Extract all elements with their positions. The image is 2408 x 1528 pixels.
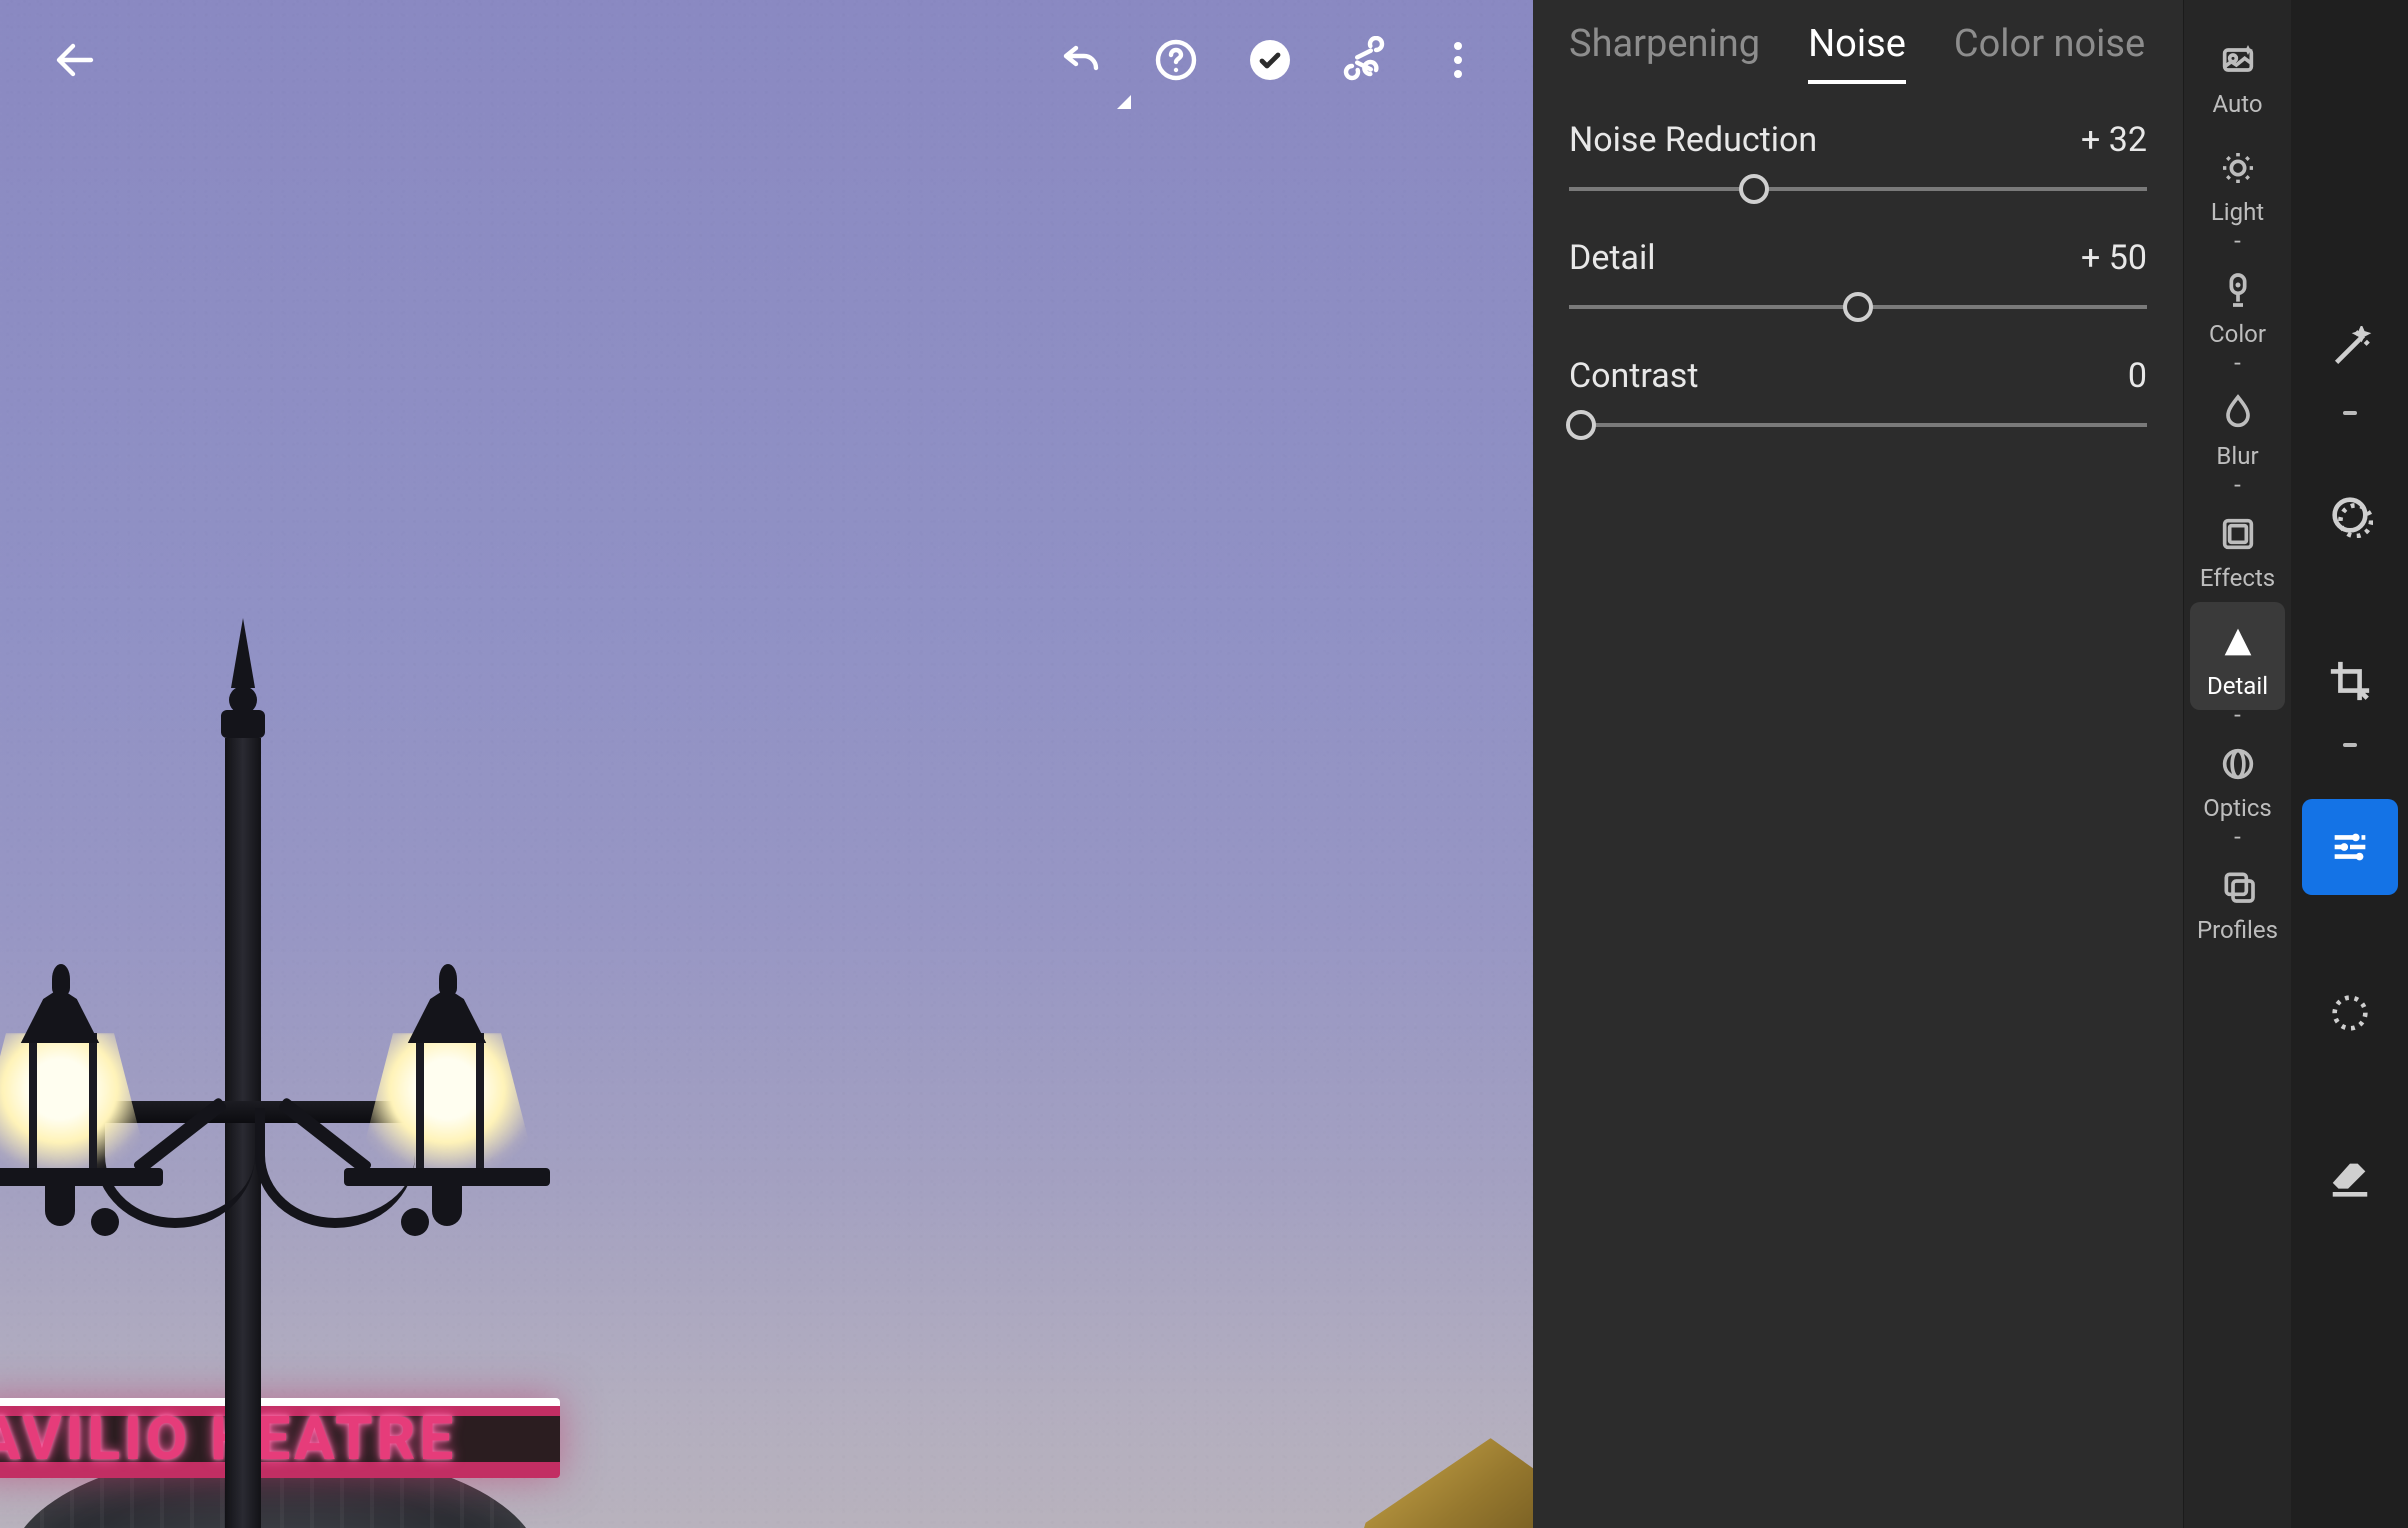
share-icon <box>1340 36 1388 84</box>
category-profiles[interactable]: Profiles <box>2184 846 2291 954</box>
apply-button[interactable] <box>1223 13 1317 107</box>
slider-thumb[interactable] <box>1843 292 1873 322</box>
rail-heal-button[interactable] <box>2302 301 2398 397</box>
slider-noise_reduction: Noise Reduction + 32 <box>1569 120 2147 204</box>
category-label: Profiles <box>2197 916 2278 944</box>
dotted-circle-icon <box>2327 990 2373 1036</box>
category-label: Blur <box>2216 442 2258 470</box>
checkmark-circle-icon <box>1246 36 1294 84</box>
slider-thumb[interactable] <box>1566 410 1596 440</box>
category-modified-dash: - <box>2234 832 2241 846</box>
slider-value: + 32 <box>2081 120 2147 160</box>
sliders-group: Noise Reduction + 32 Detail + 50 Contrast 0 <box>1569 120 2147 474</box>
category-effects[interactable]: Effects <box>2184 494 2291 602</box>
theatre-sign: AVILIO HEATRE <box>0 1398 560 1478</box>
category-detail[interactable]: Detail <box>2190 602 2285 710</box>
help-button[interactable] <box>1129 13 1223 107</box>
undo-button[interactable] <box>1035 13 1129 107</box>
eraser-icon <box>2327 1156 2373 1202</box>
slider-label: Detail <box>1569 238 1656 278</box>
wand-icon <box>2327 326 2373 372</box>
detail-tabs: Sharpening Noise Color noise <box>1569 22 2147 84</box>
category-label: Color <box>2209 320 2266 348</box>
rail-presets-button[interactable] <box>2302 965 2398 1061</box>
tab-colornoise[interactable]: Color noise <box>1954 22 2145 84</box>
rail-modified-indicator <box>2343 743 2357 747</box>
more-vertical-icon <box>1434 36 1482 84</box>
more-button[interactable] <box>1411 13 1505 107</box>
slider-contrast: Contrast 0 <box>1569 356 2147 440</box>
sliders-icon <box>2327 824 2373 870</box>
back-button[interactable] <box>28 13 122 107</box>
slider-thumb[interactable] <box>1739 174 1769 204</box>
image-preview[interactable]: AVILIO HEATRE <box>0 0 1533 1528</box>
category-column: Auto Light - Color - Blur - Effects Detail - Optic… <box>2183 0 2291 1528</box>
category-label: Detail <box>2207 672 2268 700</box>
category-light[interactable]: Light <box>2184 128 2291 236</box>
slider-track[interactable] <box>1569 174 2147 204</box>
edit-panel: Sharpening Noise Color noise Noise Reducti… <box>1533 0 2183 1528</box>
slider-label: Contrast <box>1569 356 1698 396</box>
category-modified-dash: - <box>2234 480 2241 494</box>
theatre-sign-text: AVILIO HEATRE <box>0 1398 560 1478</box>
lamp-finial <box>225 618 261 738</box>
rail-erase-button[interactable] <box>2302 1131 2398 1227</box>
blur-icon <box>2218 392 2258 432</box>
lamp-right <box>332 988 562 1178</box>
slider-value: + 50 <box>2081 238 2147 278</box>
category-label: Optics <box>2203 794 2272 822</box>
category-blur[interactable]: Blur <box>2184 372 2291 480</box>
share-button[interactable] <box>1317 13 1411 107</box>
rail-crop-button[interactable] <box>2302 633 2398 729</box>
optics-icon <box>2218 744 2258 784</box>
slider-track[interactable] <box>1569 292 2147 322</box>
category-label: Effects <box>2200 564 2275 592</box>
auto-icon <box>2218 40 2258 80</box>
detail-icon <box>2218 622 2258 662</box>
rail-adjust-button[interactable] <box>2302 799 2398 895</box>
rail-mask-button[interactable] <box>2302 467 2398 563</box>
effects-icon <box>2218 514 2258 554</box>
slider-track[interactable] <box>1569 410 2147 440</box>
category-optics[interactable]: Optics <box>2184 724 2291 832</box>
profiles-icon <box>2218 866 2258 906</box>
category-auto[interactable]: Auto <box>2184 20 2291 128</box>
slider-detail: Detail + 50 <box>1569 238 2147 322</box>
tab-noise[interactable]: Noise <box>1808 22 1906 84</box>
slider-value: 0 <box>2128 356 2147 396</box>
color-icon <box>2218 270 2258 310</box>
category-label: Light <box>2211 198 2264 226</box>
lamp-left <box>0 988 175 1178</box>
light-icon <box>2218 148 2258 188</box>
category-modified-dash: - <box>2234 236 2241 250</box>
slider-label: Noise Reduction <box>1569 120 1817 160</box>
undo-icon <box>1058 36 1106 84</box>
category-modified-dash: - <box>2234 358 2241 372</box>
circle-mask-icon <box>2327 492 2373 538</box>
crop-icon <box>2327 658 2373 704</box>
tool-rail <box>2291 0 2408 1528</box>
category-label: Auto <box>2212 90 2262 118</box>
help-icon <box>1152 36 1200 84</box>
rail-modified-indicator <box>2343 411 2357 415</box>
top-action-bar <box>0 0 1533 120</box>
category-modified-dash: - <box>2234 710 2241 724</box>
back-arrow-icon <box>51 36 99 84</box>
tab-sharpening[interactable]: Sharpening <box>1569 22 1760 84</box>
undo-indicator-icon <box>1117 95 1131 109</box>
category-color[interactable]: Color <box>2184 250 2291 358</box>
